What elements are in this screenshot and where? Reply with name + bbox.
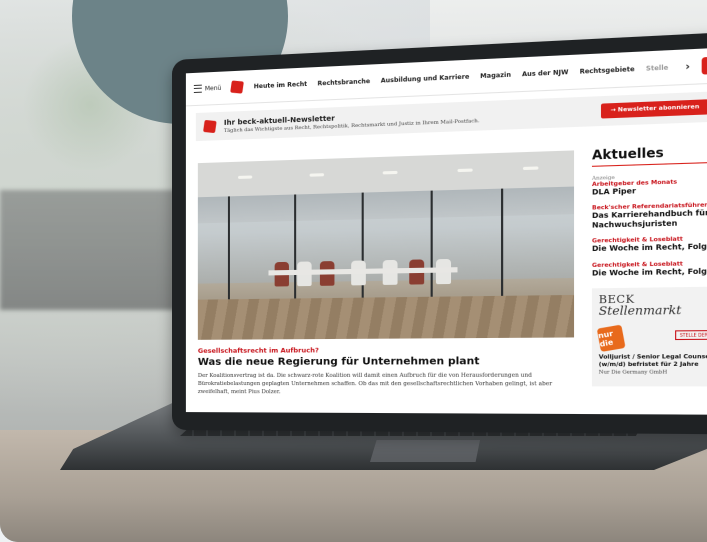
menu-button[interactable]: Menü	[194, 84, 222, 93]
sidebar-aktuelles: Aktuelles Anzeige Arbeitgeber des Monats…	[592, 143, 707, 387]
hero-light	[457, 168, 472, 172]
article-headline[interactable]: Was die neue Regierung für Unternehmen p…	[198, 356, 480, 368]
chevron-right-icon[interactable]: ›	[685, 61, 690, 73]
nav-item-rechtsgebiete[interactable]: Rechtsgebiete	[580, 65, 635, 75]
sidebar-entry[interactable]: Beck'scher Referendariatsführer Das Karr…	[592, 202, 707, 230]
job-of-week-tag: STELLE DER WOCHE	[675, 330, 707, 340]
laptop-trackpad	[370, 440, 480, 462]
nav-item-stelle[interactable]: Stelle	[646, 64, 668, 73]
job-company: Nur Die Germany GmbH	[599, 370, 667, 375]
beck-logo-icon[interactable]	[231, 80, 245, 93]
nav-item-heute[interactable]: Heute im Recht	[254, 80, 307, 90]
job-title[interactable]: Volljurist / Senior Legal Counsel (w/m/d…	[599, 354, 707, 377]
laptop-lid: Menü Heute im Recht Rechtsbranche Ausbil…	[172, 31, 707, 434]
hero-window-frame	[501, 189, 503, 305]
nav-item-rechtsbranche[interactable]: Rechtsbranche	[317, 77, 370, 87]
hero-light	[523, 166, 538, 170]
sidebar-entry[interactable]: Gerechtigkeit & Loseblatt Die Woche im R…	[592, 260, 707, 278]
newsletter-subscribe-button[interactable]: → Newsletter abonnieren	[601, 99, 707, 118]
article-kicker[interactable]: Gesellschaftsrecht im Aufbruch?	[198, 346, 319, 355]
sidebar-entry-headline: Die Woche im Recht, Folge 88	[592, 242, 707, 254]
nav-item-ausbildung[interactable]: Ausbildung und Karriere	[381, 73, 470, 84]
hero-light	[383, 171, 398, 175]
sidebar-entry-headline: Die Woche im Recht, Folge 88	[592, 266, 707, 277]
menu-label: Menü	[205, 84, 222, 92]
laptop-screen: Menü Heute im Recht Rechtsbranche Ausbil…	[186, 47, 707, 414]
blurred-shelf	[0, 190, 175, 310]
hero-light	[310, 173, 324, 177]
sidebar-entry[interactable]: Gerechtigkeit & Loseblatt Die Woche im R…	[592, 235, 707, 253]
stellenmarkt-box[interactable]: BECK Stellenmarkt nur die STELLE DER WOC…	[592, 286, 707, 386]
sidebar-entry[interactable]: Anzeige Arbeitgeber des Monats DLA Piper	[592, 171, 707, 197]
hero-window-frame	[294, 194, 296, 306]
stellenmarkt-logo-bottom: Stellenmarkt	[599, 303, 707, 318]
hero-light	[238, 175, 252, 178]
hero-window-frame	[362, 193, 364, 306]
company-logo: nur die	[597, 325, 626, 352]
sidebar-title: Aktuelles	[592, 143, 707, 167]
hero-window-frame	[228, 196, 230, 307]
hero-floor	[198, 295, 574, 340]
hero-window-frame	[431, 191, 433, 306]
job-title-text: Volljurist / Senior Legal Counsel (w/m/d…	[599, 354, 707, 368]
article-hero-image[interactable]	[198, 150, 574, 339]
nav-item-magazin[interactable]: Magazin	[480, 71, 511, 80]
search-icon[interactable]: ⚲	[702, 56, 707, 74]
article-teaser: Der Koalitionsvertrag ist da. Die schwar…	[198, 371, 579, 397]
newsletter-logo-icon	[203, 120, 217, 133]
nav-item-njw[interactable]: Aus der NJW	[522, 68, 568, 78]
sidebar-entry-headline: Das Karrierehandbuch für Nachwuchsjurist…	[592, 208, 707, 230]
hamburger-icon	[194, 85, 202, 93]
